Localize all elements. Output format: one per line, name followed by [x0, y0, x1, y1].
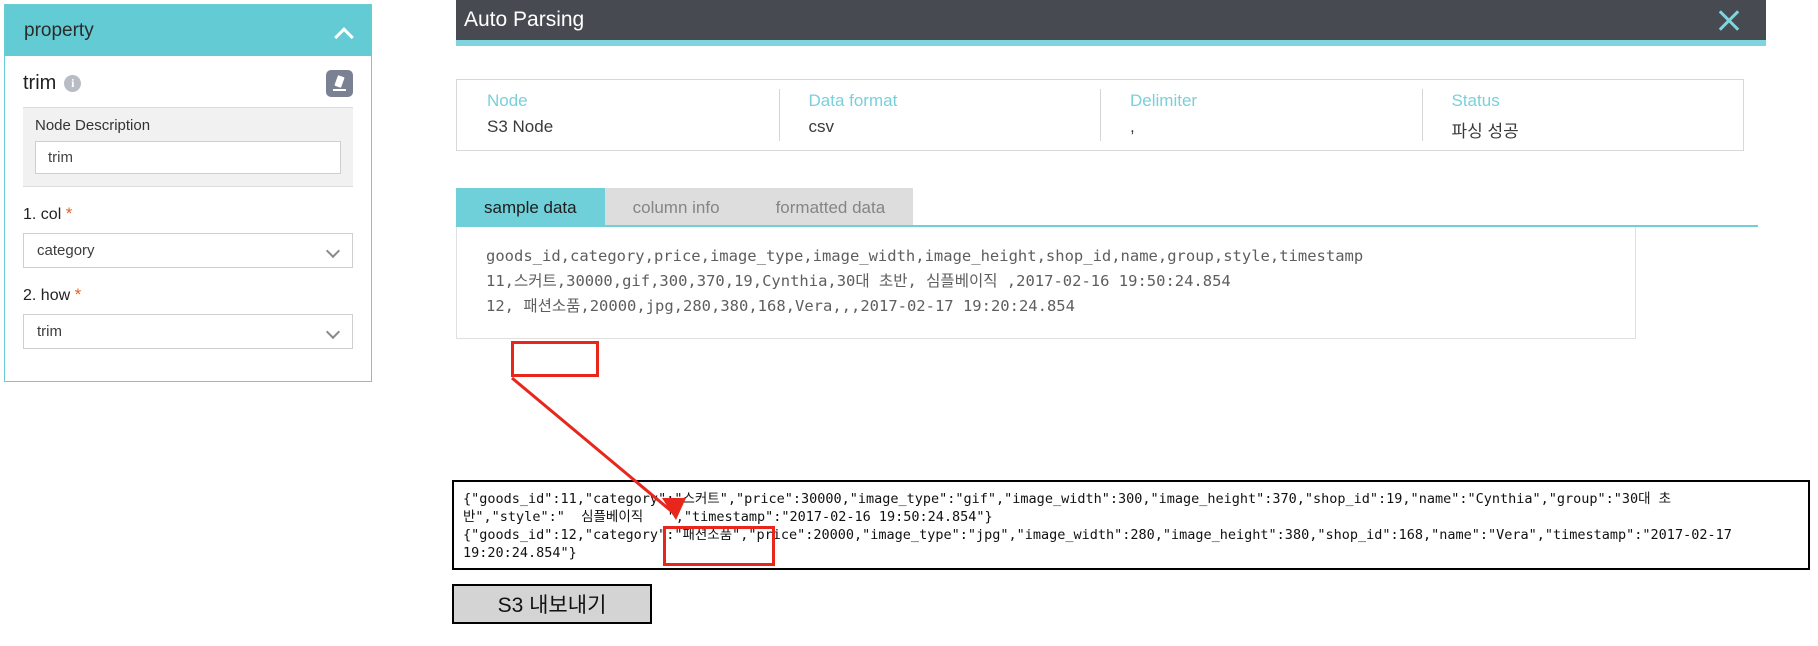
annotation-highlight-csv	[511, 341, 599, 377]
select-col[interactable]: category	[23, 233, 353, 268]
node-description-group: Node Description trim	[23, 107, 353, 187]
auto-parsing-modal: Auto Parsing Node S3 Node Data format cs…	[456, 0, 1766, 339]
node-name-label: trim	[23, 72, 57, 94]
info-cell-node: Node S3 Node	[457, 80, 779, 150]
field-label-how-text: 2. how	[23, 287, 71, 304]
annotation-highlight-json	[663, 526, 775, 566]
json-line-2: 반","style":" 심플베이직 ","timestamp":"2017-0…	[463, 509, 993, 525]
screen-root: property trim i Node Description trim 1.…	[0, 0, 1818, 646]
info-icon[interactable]: i	[64, 75, 82, 92]
field-label-how: 2. how *	[23, 285, 353, 305]
info-key-node: Node	[487, 91, 528, 110]
s3-export-label: S3 내보내기	[452, 584, 652, 624]
status-badge: 파싱 성공	[1451, 122, 1519, 141]
close-icon[interactable]	[1714, 6, 1742, 34]
info-key-status: Status	[1451, 91, 1500, 110]
chevron-down-icon[interactable]	[328, 326, 340, 338]
tab-underline	[456, 225, 1758, 227]
info-cell-status: Status 파싱 성공	[1421, 80, 1744, 150]
select-col-value: category	[37, 242, 95, 259]
pencil-edit-icon[interactable]	[326, 70, 353, 97]
property-panel-header[interactable]: property	[5, 5, 371, 56]
info-cell-data-format: Data format csv	[778, 80, 1101, 150]
chevron-down-icon[interactable]	[328, 245, 340, 257]
info-key-delimiter: Delimiter	[1130, 91, 1198, 110]
node-title-row: trim i	[23, 72, 353, 95]
tab-sample-data[interactable]: sample data	[456, 188, 605, 227]
property-panel-title: property	[24, 19, 94, 41]
info-value-node: S3 Node	[487, 117, 554, 136]
node-description-input[interactable]: trim	[35, 141, 341, 174]
sample-data-panel: goods_id,category,price,image_type,image…	[456, 227, 1636, 339]
field-label-col: 1. col *	[23, 204, 353, 224]
modal-title: Auto Parsing	[464, 8, 585, 31]
field-label-col-text: 1. col	[23, 206, 62, 223]
pencil-glyph	[332, 76, 347, 91]
property-panel-body: trim i Node Description trim 1. col * ca…	[5, 56, 371, 349]
tab-column-info[interactable]: column info	[604, 188, 748, 227]
json-line-1: {"goods_id":11,"category":"스커트","price":…	[463, 491, 1672, 507]
chevron-up-icon[interactable]	[335, 24, 353, 38]
modal-header: Auto Parsing	[456, 0, 1766, 46]
info-value-delimiter: ,	[1130, 117, 1135, 136]
csv-row-1: 11,스커트,30000,gif,300,370,19,Cynthia,30대 …	[486, 272, 1231, 290]
node-description-label: Node Description	[35, 117, 151, 134]
parse-info-table: Node S3 Node Data format csv Delimiter ,…	[456, 79, 1744, 151]
select-how[interactable]: trim	[23, 314, 353, 349]
json-output-box: {"goods_id":11,"category":"스커트","price":…	[452, 480, 1810, 570]
info-value-data-format: csv	[808, 117, 835, 136]
tab-formatted-data[interactable]: formatted data	[747, 188, 914, 227]
csv-header-line: goods_id,category,price,image_type,image…	[486, 247, 1364, 265]
info-key-data-format: Data format	[808, 91, 898, 110]
select-how-value: trim	[37, 323, 62, 340]
required-asterisk: *	[74, 285, 82, 304]
csv-row-2: 12, 패션소품,20000,jpg,280,380,168,Vera,,,20…	[486, 297, 1075, 315]
tab-bar: sample data column info formatted data	[456, 188, 1766, 227]
property-panel: property trim i Node Description trim 1.…	[4, 4, 372, 382]
required-asterisk: *	[65, 204, 73, 223]
info-cell-delimiter: Delimiter ,	[1100, 80, 1422, 150]
